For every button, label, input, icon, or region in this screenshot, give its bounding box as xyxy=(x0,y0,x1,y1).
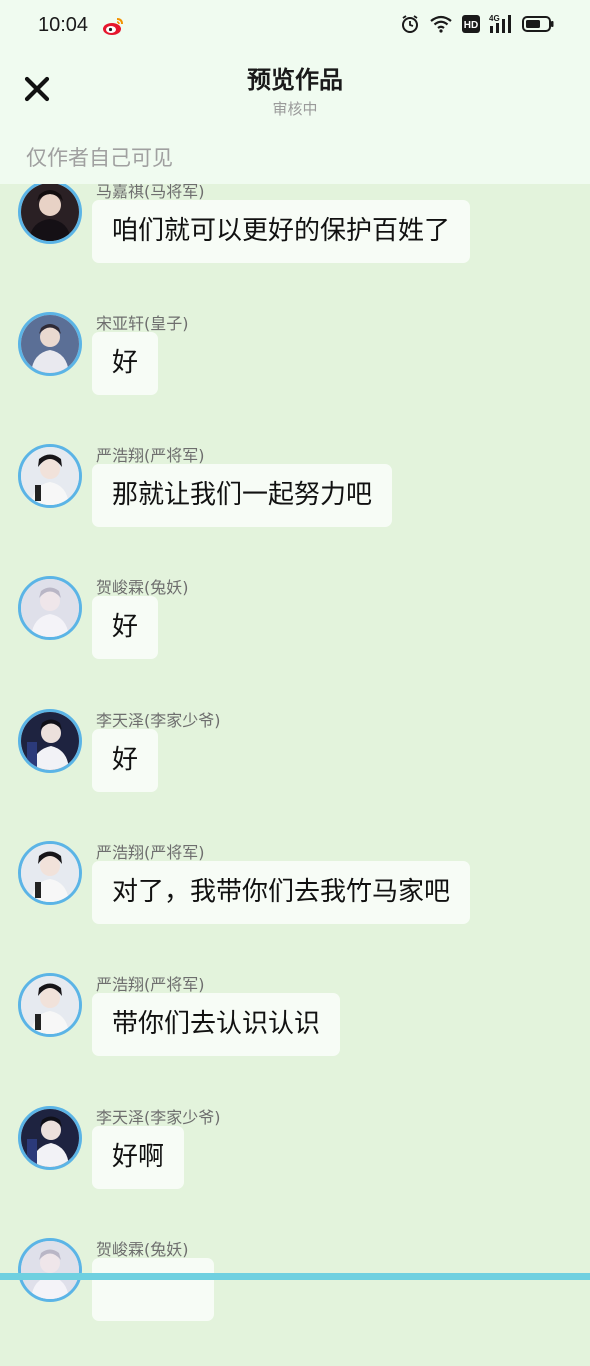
status-time: 10:04 xyxy=(38,14,89,36)
svg-text:4G: 4G xyxy=(489,14,500,23)
svg-text:HD: HD xyxy=(464,20,478,31)
battery-icon xyxy=(522,16,554,32)
chat-message: 马嘉祺(马将军) 咱们就可以更好的保护百姓了 xyxy=(0,178,590,308)
message-bubble[interactable]: 好 xyxy=(92,332,159,395)
chat-message: 严浩翔(严将军) 那就让我们一起努力吧 xyxy=(0,442,590,572)
page-title: 预览作品 xyxy=(247,66,343,94)
sender-name: 贺峻霖(兔妖) xyxy=(96,578,189,597)
message-bubble[interactable] xyxy=(92,1258,214,1321)
chat-message: 李天泽(李家少爷) 好 xyxy=(0,707,590,837)
message-bubble[interactable]: 好 xyxy=(92,596,159,659)
sender-name: 贺峻霖(兔妖) xyxy=(96,1240,189,1259)
chat-list[interactable]: 马嘉祺(马将军) 咱们就可以更好的保护百姓了 宋亚轩(皇子) 好 严浩翔(严将军… xyxy=(0,0,590,1321)
avatar[interactable] xyxy=(18,444,82,508)
chat-message: 严浩翔(严将军) 带你们去认识认识 xyxy=(0,971,590,1101)
chat-message: 严浩翔(严将军) 对了，我带你们去我竹马家吧 xyxy=(0,839,590,969)
chat-message: 宋亚轩(皇子) 好 xyxy=(0,310,590,440)
message-bubble[interactable]: 好 xyxy=(92,729,159,792)
message-bubble[interactable]: 对了，我带你们去我竹马家吧 xyxy=(92,861,471,924)
signal-icon: 4G xyxy=(489,14,511,33)
avatar[interactable] xyxy=(18,1106,82,1170)
wifi-icon xyxy=(430,15,452,33)
message-bubble[interactable]: 带你们去认识认识 xyxy=(92,993,341,1056)
alarm-icon xyxy=(402,15,418,33)
chat-message: 贺峻霖(兔妖) xyxy=(0,1236,590,1366)
chat-message: 贺峻霖(兔妖) 好 xyxy=(0,574,590,704)
weibo-icon xyxy=(103,18,123,35)
bottom-edge xyxy=(0,1273,590,1280)
message-bubble[interactable]: 咱们就可以更好的保护百姓了 xyxy=(92,200,471,263)
sender-name: 李天泽(李家少爷) xyxy=(96,711,221,730)
status-bar: 10:04 HD 4G xyxy=(0,0,590,52)
header: 预览作品 审核中 仅作者自己可见 xyxy=(0,52,590,184)
avatar[interactable] xyxy=(18,576,82,640)
sender-name: 严浩翔(严将军) xyxy=(96,975,205,994)
avatar[interactable] xyxy=(18,709,82,773)
review-status: 审核中 xyxy=(272,100,318,118)
avatar[interactable] xyxy=(18,973,82,1037)
message-bubble[interactable]: 好啊 xyxy=(92,1126,185,1189)
sender-name: 李天泽(李家少爷) xyxy=(96,1108,221,1127)
hd-icon: HD xyxy=(462,15,480,33)
chat-message: 李天泽(李家少爷) 好啊 xyxy=(0,1104,590,1234)
avatar[interactable] xyxy=(18,1238,82,1302)
visibility-note: 仅作者自己可见 xyxy=(26,146,173,170)
avatar[interactable] xyxy=(18,312,82,376)
avatar[interactable] xyxy=(18,180,82,244)
sender-name: 严浩翔(严将军) xyxy=(96,843,205,862)
avatar[interactable] xyxy=(18,841,82,905)
sender-name: 宋亚轩(皇子) xyxy=(96,314,189,333)
sender-name: 严浩翔(严将军) xyxy=(96,446,205,465)
message-bubble[interactable]: 那就让我们一起努力吧 xyxy=(92,464,393,527)
